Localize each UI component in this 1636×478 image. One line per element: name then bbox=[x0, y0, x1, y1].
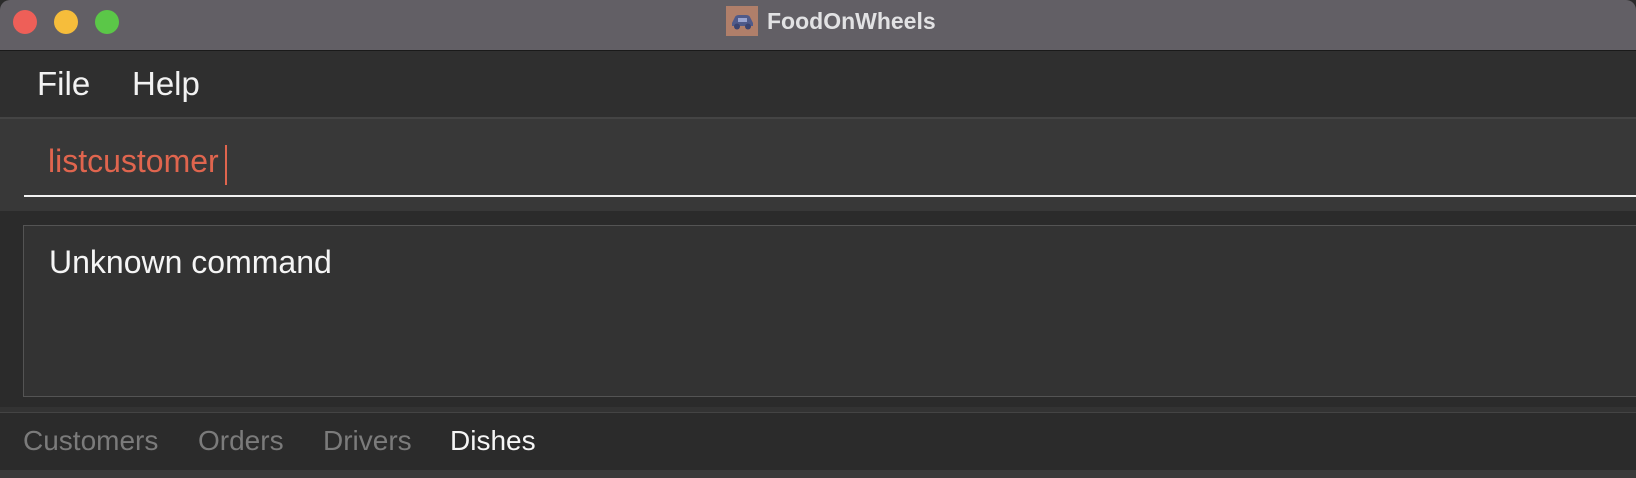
tab-dishes[interactable]: Dishes bbox=[450, 425, 536, 457]
result-message: Unknown command bbox=[49, 244, 332, 280]
window-title-group: FoodOnWheels bbox=[726, 0, 936, 42]
title-bar[interactable]: FoodOnWheels bbox=[0, 0, 1636, 51]
app-window: FoodOnWheels File Help Unknown command C… bbox=[0, 0, 1636, 478]
result-display-container: Unknown command bbox=[0, 211, 1636, 407]
menu-bar: File Help bbox=[0, 51, 1636, 119]
tab-orders[interactable]: Orders bbox=[198, 425, 284, 457]
car-icon bbox=[726, 6, 758, 36]
menu-help[interactable]: Help bbox=[132, 65, 200, 103]
command-input[interactable] bbox=[24, 127, 1636, 197]
tab-drivers[interactable]: Drivers bbox=[323, 425, 412, 457]
command-box-container bbox=[0, 119, 1636, 211]
content-panel-edge bbox=[0, 470, 1636, 478]
text-caret bbox=[225, 145, 227, 185]
tab-customers[interactable]: Customers bbox=[23, 425, 158, 457]
menu-file[interactable]: File bbox=[37, 65, 90, 103]
tab-bar: Customers Orders Drivers Dishes bbox=[0, 412, 1636, 471]
window-title: FoodOnWheels bbox=[767, 7, 936, 34]
maximize-window-button[interactable] bbox=[95, 10, 119, 34]
result-display[interactable]: Unknown command bbox=[23, 225, 1636, 397]
minimize-window-button[interactable] bbox=[54, 10, 78, 34]
close-window-button[interactable] bbox=[13, 10, 37, 34]
